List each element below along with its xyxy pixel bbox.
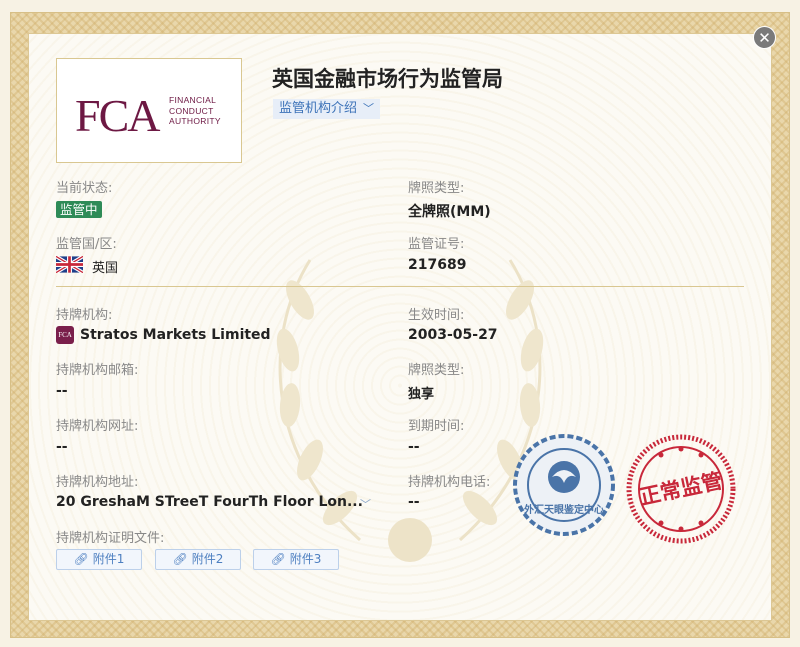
expiry-label: 到期时间: xyxy=(408,419,465,434)
logo-caption: FINANCIAL CONDUCT AUTHORITY xyxy=(169,95,221,126)
company-logo-icon: FCA xyxy=(56,326,74,344)
status-badge: 监管中 xyxy=(56,201,102,218)
regulator-intro-button[interactable]: 监管机构介绍 ﹀ xyxy=(273,99,381,119)
chevron-down-icon[interactable]: ﹀ xyxy=(360,496,371,512)
holder-value[interactable]: Stratos Markets Limited xyxy=(80,327,271,343)
license-detail-modal: ✕ FCA FINANCIAL CONDUCT AUTHORITY 英国金融市场… xyxy=(0,0,800,647)
link-icon: 🔗︎ xyxy=(73,552,89,566)
link-icon: 🔗︎ xyxy=(172,552,188,566)
section-divider xyxy=(56,286,744,287)
license-no-value: 217689 xyxy=(408,257,467,273)
email-label: 持牌机构邮箱: xyxy=(56,363,139,378)
normal-regulation-seal: 正常监管 xyxy=(626,434,736,544)
close-icon: ✕ xyxy=(758,29,771,47)
blue-seal-text: 外汇天眼鉴定中心 xyxy=(523,503,604,516)
website-label: 持牌机构网址: xyxy=(56,419,139,434)
address-value: 20 GreshaM STreeT FourTh Floor Lon... xyxy=(56,494,363,510)
logo-letters: FCA xyxy=(75,90,160,141)
effective-value: 2003-05-27 xyxy=(408,327,498,343)
license-kind-label: 牌照类型: xyxy=(408,363,465,378)
status-label: 当前状态: xyxy=(56,181,113,196)
license-type-label: 牌照类型: xyxy=(408,181,465,196)
email-value: -- xyxy=(56,383,68,399)
attachment-button-3[interactable]: 🔗︎ 附件3 xyxy=(253,549,339,570)
license-no-label: 监管证号: xyxy=(408,237,465,252)
phone-value: -- xyxy=(408,494,420,510)
close-button[interactable]: ✕ xyxy=(753,26,776,49)
website-value: -- xyxy=(56,439,68,455)
holder-label: 持牌机构: xyxy=(56,308,113,323)
attachment-button-2[interactable]: 🔗︎ 附件2 xyxy=(155,549,241,570)
license-type-value: 全牌照(MM) xyxy=(408,204,491,220)
phone-label: 持牌机构电话: xyxy=(408,475,491,490)
link-icon: 🔗︎ xyxy=(270,552,286,566)
red-seal-text: 正常监管 xyxy=(637,469,724,510)
chevron-down-icon: ﹀ xyxy=(363,102,375,115)
regulator-title: 英国金融市场行为监管局 xyxy=(272,67,503,91)
address-label: 持牌机构地址: xyxy=(56,475,139,490)
regulator-logo: FCA FINANCIAL CONDUCT AUTHORITY xyxy=(56,58,242,163)
effective-label: 生效时间: xyxy=(408,308,465,323)
license-kind-value: 独享 xyxy=(408,387,435,402)
uk-flag-icon xyxy=(56,256,83,273)
documents-label: 持牌机构证明文件: xyxy=(56,531,165,546)
region-value: 英国 xyxy=(92,261,119,276)
region-label: 监管国/区: xyxy=(56,237,117,252)
expiry-value: -- xyxy=(408,439,420,455)
verification-center-seal: 外汇天眼鉴定中心 xyxy=(513,434,615,536)
attachment-button-1[interactable]: 🔗︎ 附件1 xyxy=(56,549,142,570)
